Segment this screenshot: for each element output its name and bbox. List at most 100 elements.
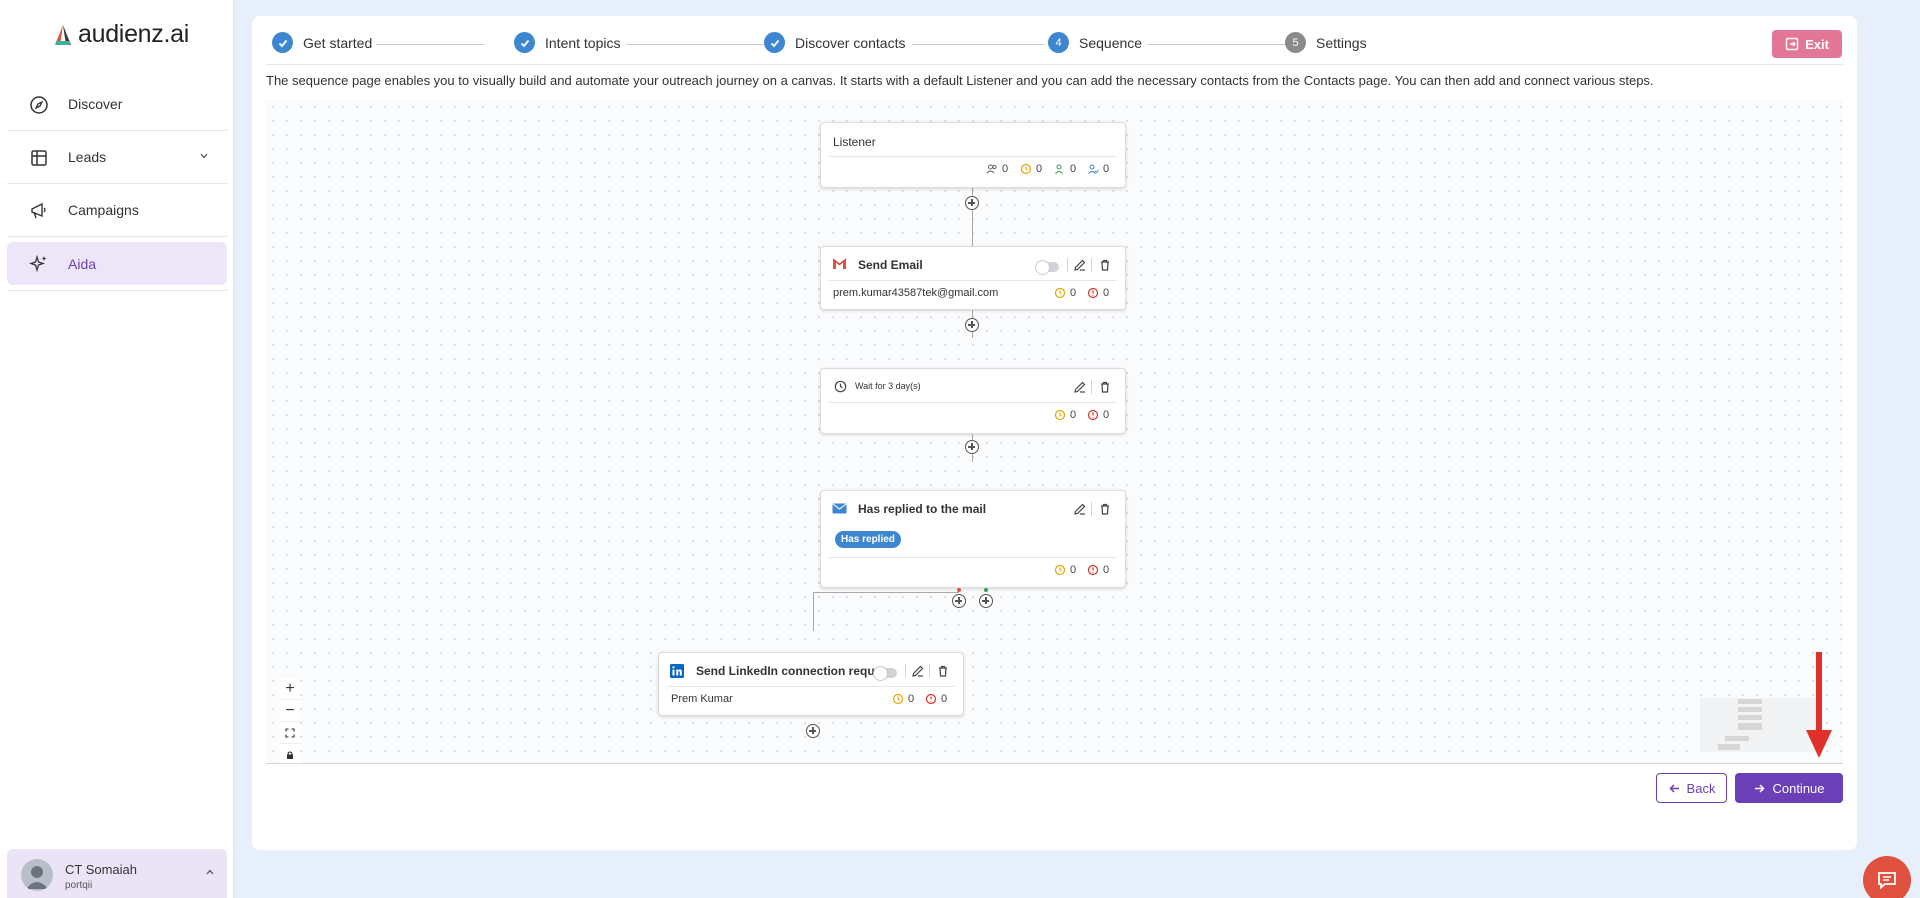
user-name: CT Somaiah xyxy=(65,862,138,877)
sidebar: audienz.ai Discover Leads Campaigns Aida… xyxy=(0,0,234,898)
trash-icon[interactable] xyxy=(1098,258,1112,272)
no-branch-handle[interactable] xyxy=(957,588,961,592)
step-intent-topics[interactable]: Intent topics xyxy=(514,32,621,53)
trash-icon[interactable] xyxy=(1098,380,1112,394)
audienz-logo-icon xyxy=(55,24,71,45)
add-step-button[interactable] xyxy=(952,594,966,608)
count-value: 0 xyxy=(1070,287,1077,299)
back-button[interactable]: Back xyxy=(1656,773,1727,803)
continue-button[interactable]: Continue xyxy=(1735,773,1843,803)
exit-button[interactable]: Exit xyxy=(1772,30,1842,58)
continue-label: Continue xyxy=(1772,780,1825,796)
minimap-preview xyxy=(1718,699,1762,750)
pending-count: 0 xyxy=(1054,287,1076,299)
add-step-button[interactable] xyxy=(806,724,820,738)
clock-icon xyxy=(1054,564,1066,576)
divider xyxy=(905,664,906,678)
zoom-controls: + − xyxy=(280,678,300,763)
send-email-node[interactable]: Send Email prem.kumar43587tek@gmail.com … xyxy=(820,246,1126,310)
listener-node[interactable]: Listener 0 0 0 0 xyxy=(820,122,1126,188)
condition-node[interactable]: Has replied to the mail Has replied 0 0 xyxy=(820,490,1126,588)
linkedin-node[interactable]: Send LinkedIn connection requ... Prem Ku… xyxy=(658,652,964,716)
user-menu[interactable]: CT Somaiah portqii xyxy=(7,849,227,898)
pending-count: 0 xyxy=(892,693,914,705)
step-connector xyxy=(626,44,764,45)
mail-icon xyxy=(832,503,847,514)
count-value: 0 xyxy=(1070,163,1077,175)
count-value: 0 xyxy=(908,693,915,705)
enable-toggle[interactable] xyxy=(873,666,897,681)
sidebar-item-campaigns[interactable]: Campaigns xyxy=(7,184,227,237)
sidebar-item-aida[interactable]: Aida xyxy=(7,242,227,285)
user-org: portqii xyxy=(65,880,93,891)
zoom-in-button[interactable]: + xyxy=(280,678,300,700)
clock-icon xyxy=(1020,163,1032,175)
step-label: Discover contacts xyxy=(795,34,906,51)
enable-toggle[interactable] xyxy=(1035,260,1059,275)
clock-icon xyxy=(834,380,847,393)
step-number: 5 xyxy=(1285,32,1306,53)
count-value: 0 xyxy=(1036,163,1043,175)
step-label: Intent topics xyxy=(545,34,621,51)
edit-icon[interactable] xyxy=(1073,258,1087,272)
fit-view-icon xyxy=(285,727,295,738)
lock-icon xyxy=(287,750,293,759)
sparkle-icon xyxy=(29,254,47,273)
clock-icon xyxy=(892,693,904,705)
count-value: 0 xyxy=(1070,564,1077,576)
alert-icon xyxy=(925,693,937,705)
divider xyxy=(929,664,930,678)
step-connector xyxy=(912,44,1044,45)
logo[interactable]: audienz.ai xyxy=(52,20,189,49)
edit-icon[interactable] xyxy=(1073,502,1087,516)
add-step-button[interactable] xyxy=(965,318,979,332)
pending-count: 0 xyxy=(1020,163,1042,175)
annotation-arrow-icon xyxy=(1806,652,1832,758)
step-label: Get started xyxy=(303,34,373,51)
error-count: 0 xyxy=(925,693,947,705)
lock-button[interactable] xyxy=(280,744,300,763)
avatar xyxy=(21,859,53,891)
add-step-button[interactable] xyxy=(979,594,993,608)
table-icon xyxy=(31,150,47,166)
step-number: 4 xyxy=(1048,32,1069,53)
back-label: Back xyxy=(1686,780,1716,796)
chat-button[interactable] xyxy=(1863,856,1911,898)
trash-icon[interactable] xyxy=(936,664,950,678)
sidebar-item-discover[interactable]: Discover xyxy=(7,78,227,131)
yes-branch-handle[interactable] xyxy=(984,588,988,592)
trash-icon[interactable] xyxy=(1098,502,1112,516)
sequence-canvas[interactable]: Listener 0 0 0 0 Send Email prem.kumar43… xyxy=(266,100,1843,764)
edit-icon[interactable] xyxy=(1073,380,1087,394)
edit-icon[interactable] xyxy=(911,664,925,678)
add-step-button[interactable] xyxy=(965,196,979,210)
count-value: 0 xyxy=(941,693,948,705)
divider xyxy=(1067,258,1068,272)
add-step-button[interactable] xyxy=(965,440,979,454)
fit-view-button[interactable] xyxy=(280,722,300,744)
step-sequence[interactable]: 4 Sequence xyxy=(1048,32,1142,53)
step-connector xyxy=(1148,44,1288,45)
zoom-out-button[interactable]: − xyxy=(280,700,300,722)
minimap[interactable] xyxy=(1700,698,1818,752)
node-title: Send LinkedIn connection requ... xyxy=(696,664,874,678)
node-title: Send Email xyxy=(858,258,923,272)
page-description: The sequence page enables you to visuall… xyxy=(266,73,1654,88)
wait-node[interactable]: Wait for 3 day(s) 0 0 xyxy=(820,368,1126,434)
divider xyxy=(829,557,1117,558)
arrow-right-icon xyxy=(1755,783,1766,793)
step-discover-contacts[interactable]: Discover contacts xyxy=(764,32,905,53)
clock-icon xyxy=(1054,409,1066,421)
divider xyxy=(667,686,955,687)
edge-line xyxy=(813,592,959,593)
pending-count: 0 xyxy=(1054,564,1076,576)
count-value: 0 xyxy=(1103,409,1110,421)
step-get-started[interactable]: Get started xyxy=(272,32,372,53)
step-settings[interactable]: 5 Settings xyxy=(1285,32,1367,53)
sidebar-item-leads[interactable]: Leads xyxy=(7,131,227,184)
divider xyxy=(266,64,1843,65)
clock-icon xyxy=(1054,287,1066,299)
divider xyxy=(1091,258,1092,272)
completed-count: 0 xyxy=(1087,163,1109,175)
divider xyxy=(1091,502,1092,516)
